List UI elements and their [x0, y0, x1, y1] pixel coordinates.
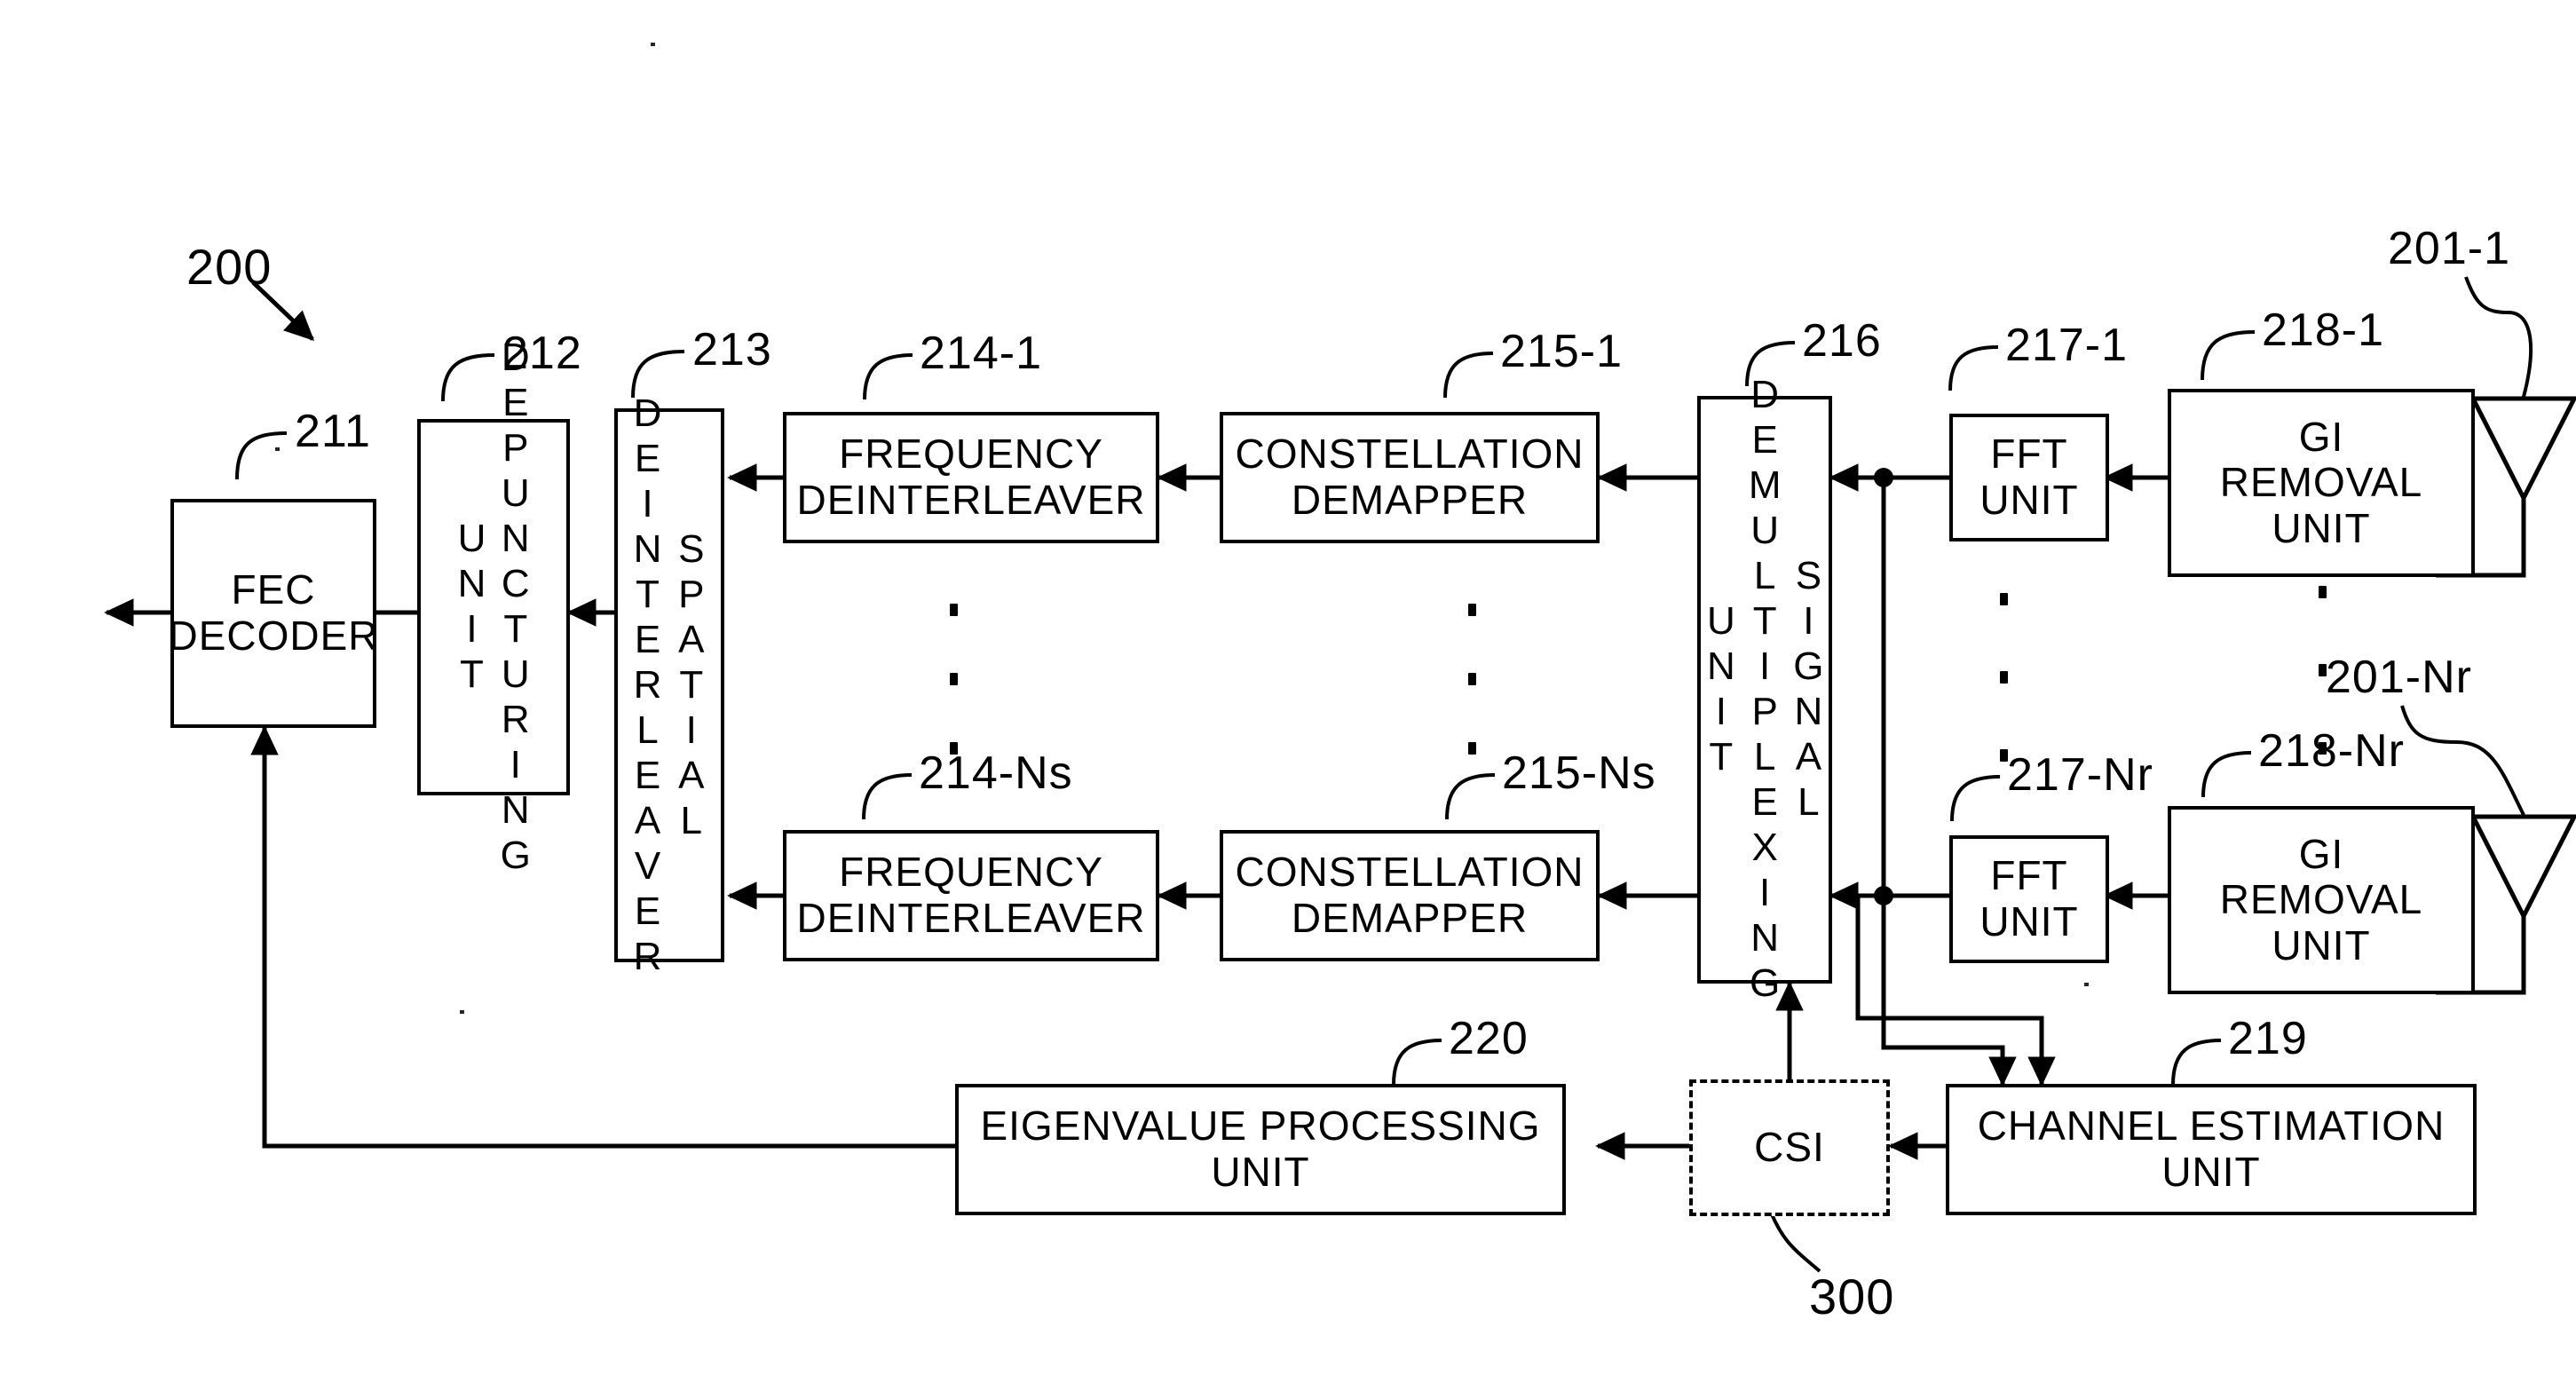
ellipsis-demapper-column: [1466, 604, 1477, 755]
ellipsis-dot: [2318, 742, 2327, 755]
ref-213: 213: [692, 324, 772, 375]
block-signal-demultiplexing-unit[interactable]: SIGNAL DEMULTIPLEXING UNIT: [1697, 373, 1832, 1007]
ref-211: 211: [295, 406, 371, 457]
ref-214-ns: 214-Ns: [919, 747, 1073, 799]
ellipsis-dot: [2318, 586, 2327, 598]
block-channel-estimation-unit-label: CHANNEL ESTIMATION UNIT: [1977, 1103, 2446, 1195]
junction-dot: [1874, 468, 1893, 487]
ref-214-1: 214-1: [920, 328, 1042, 379]
block-depuncturing-unit-label: DEPUNCTURING UNIT: [450, 336, 538, 879]
ref-219: 219: [2228, 1013, 2308, 1064]
block-csi-label: CSI: [1754, 1124, 1825, 1171]
block-eigenvalue-processing-unit[interactable]: EIGENVALUE PROCESSING UNIT: [955, 1084, 1566, 1215]
ref-218-1: 218-1: [2262, 304, 2384, 356]
block-constellation-demapper-1[interactable]: CONSTELLATION DEMAPPER: [1220, 412, 1600, 543]
ref-220: 220: [1449, 1013, 1529, 1064]
ellipsis-dot: [1999, 671, 2008, 684]
ellipsis-dot: [949, 742, 958, 755]
ellipsis-dot: [2318, 664, 2327, 676]
block-eigenvalue-processing-unit-label: EIGENVALUE PROCESSING UNIT: [980, 1103, 1541, 1195]
block-frequency-deinterleaver-ns[interactable]: FREQUENCY DEINTERLEAVER: [783, 830, 1159, 961]
block-frequency-deinterleaver-1[interactable]: FREQUENCY DEINTERLEAVER: [783, 412, 1159, 543]
scan-artifact: [651, 43, 655, 46]
ref-218-nr: 218-Nr: [2258, 725, 2405, 777]
block-fft-unit-nr-label: FFT UNIT: [1979, 852, 2079, 945]
ref-216: 216: [1802, 315, 1882, 367]
ellipsis-dot: [949, 673, 958, 685]
block-gi-removal-unit-1-label: GI REMOVAL UNIT: [2219, 413, 2423, 551]
junction-dot: [1874, 886, 1893, 905]
block-fft-unit-nr[interactable]: FFT UNIT: [1949, 835, 2109, 963]
block-gi-removal-unit-nr-label: GI REMOVAL UNIT: [2219, 830, 2423, 968]
ellipsis-dot: [949, 604, 958, 616]
block-frequency-deinterleaver-1-label: FREQUENCY DEINTERLEAVER: [796, 431, 1146, 523]
ellipsis-dot: [1999, 749, 2008, 762]
ellipsis-dot: [1999, 593, 2008, 605]
block-fec-decoder-label: FEC DECODER: [168, 566, 379, 659]
ellipsis-frequency-deinterleaver-column: [948, 604, 959, 755]
scan-artifact: [460, 1010, 464, 1014]
ref-200: 200: [186, 239, 273, 295]
ref-217-nr: 217-Nr: [2007, 749, 2153, 801]
block-frequency-deinterleaver-ns-label: FREQUENCY DEINTERLEAVER: [796, 849, 1146, 941]
block-depuncturing-unit[interactable]: DEPUNCTURING UNIT: [417, 336, 570, 879]
scan-artifact: [2084, 983, 2089, 986]
block-fec-decoder[interactable]: FEC DECODER: [168, 499, 379, 728]
scan-artifact: [275, 447, 280, 451]
block-constellation-demapper-1-label: CONSTELLATION DEMAPPER: [1235, 431, 1584, 523]
ellipsis-dot: [1467, 604, 1476, 616]
ref-300: 300: [1809, 1269, 1895, 1324]
block-signal-demultiplexing-unit-label: SIGNAL DEMULTIPLEXING UNIT: [1699, 373, 1830, 1007]
ref-201-nr: 201-Nr: [2326, 652, 2472, 703]
ref-215-1: 215-1: [1500, 326, 1623, 377]
ellipsis-fft-column: [1998, 593, 2009, 762]
block-gi-removal-unit-1[interactable]: GI REMOVAL UNIT: [2168, 389, 2475, 577]
block-spatial-deinterleaver-label: SPATIAL DEINTERLEAVER: [626, 391, 714, 980]
patent-figure-canvas: FEC DECODER DEPUNCTURING UNIT SPATIAL DE…: [0, 0, 2576, 1399]
ellipsis-dot: [1467, 673, 1476, 685]
ref-201-1: 201-1: [2388, 223, 2510, 274]
ellipsis-dot: [1467, 742, 1476, 755]
block-channel-estimation-unit[interactable]: CHANNEL ESTIMATION UNIT: [1946, 1084, 2477, 1215]
ref-215-ns: 215-Ns: [1502, 747, 1656, 799]
ellipsis-gi-removal-column: [2317, 586, 2327, 755]
block-fft-unit-1[interactable]: FFT UNIT: [1949, 414, 2109, 541]
block-constellation-demapper-ns-label: CONSTELLATION DEMAPPER: [1235, 849, 1584, 941]
ref-212: 212: [502, 328, 582, 379]
block-csi[interactable]: CSI: [1689, 1079, 1890, 1216]
block-gi-removal-unit-nr[interactable]: GI REMOVAL UNIT: [2168, 806, 2475, 994]
block-spatial-deinterleaver[interactable]: SPATIAL DEINTERLEAVER: [614, 391, 724, 980]
ref-217-1: 217-1: [2005, 320, 2128, 371]
block-fft-unit-1-label: FFT UNIT: [1979, 431, 2079, 523]
block-constellation-demapper-ns[interactable]: CONSTELLATION DEMAPPER: [1220, 830, 1600, 961]
